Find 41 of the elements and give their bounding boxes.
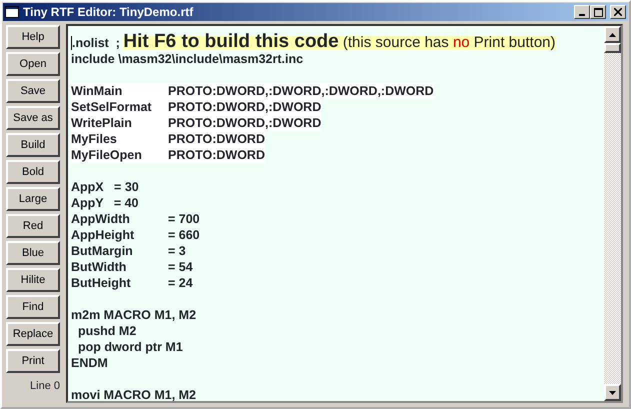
scrollbar[interactable]: [604, 26, 621, 401]
maximize-icon: [594, 8, 602, 16]
code-line: .nolist ; Hit F6 to build this code (this source has no Print button): [71, 34, 556, 51]
close-button[interactable]: [610, 5, 626, 19]
code-line: AppX = 30: [71, 179, 139, 195]
scroll-thumb[interactable]: [604, 43, 621, 53]
code-line: AppWidth = 700: [71, 211, 200, 227]
toolbar-button[interactable]: Save as: [6, 106, 60, 130]
code-line: AppHeight = 660: [71, 227, 200, 243]
toolbar-button[interactable]: Save: [6, 79, 60, 103]
toolbar-button[interactable]: Build: [6, 133, 60, 157]
toolbar-button[interactable]: Hilite: [6, 268, 60, 292]
down-arrow-icon: [609, 390, 616, 394]
toolbar-button[interactable]: Blue: [6, 241, 60, 265]
toolbar-button[interactable]: Open: [6, 52, 60, 76]
code-line: include \masm32\include\masm32rt.inc: [71, 51, 304, 67]
toolbar-button[interactable]: Red: [6, 214, 60, 238]
toolbar-button[interactable]: Print: [6, 349, 60, 373]
toolbar-button[interactable]: Find: [6, 295, 60, 319]
toolbar-button[interactable]: Replace: [6, 322, 60, 346]
scroll-up-button[interactable]: [604, 26, 621, 43]
code-line: ButMargin = 3: [71, 243, 186, 259]
code-line: m2m MACRO M1, M2: [71, 307, 196, 323]
line-indicator: Line 0: [30, 379, 61, 394]
up-arrow-icon: [609, 32, 616, 36]
window-title: Tiny RTF Editor: TinyDemo.rtf: [23, 4, 194, 21]
code-line: AppY = 40: [71, 195, 139, 211]
code-line: ENDM: [71, 355, 108, 371]
code-line: pushd M2: [76, 323, 136, 339]
minimize-button[interactable]: [574, 5, 590, 19]
maximize-button[interactable]: [590, 5, 606, 19]
code-line: movi MACRO M1, M2: [71, 387, 196, 401]
code-line: ButWidth = 54: [71, 259, 193, 275]
toolbar-button[interactable]: Large: [6, 187, 60, 211]
toolbar-button[interactable]: Bold: [6, 160, 60, 184]
code-line: pop dword ptr M1: [76, 339, 183, 355]
scroll-down-button[interactable]: [604, 384, 621, 401]
window-icon: [5, 6, 19, 18]
code-line: ButHeight = 24: [71, 275, 193, 291]
close-icon: [614, 8, 622, 16]
toolbar-button[interactable]: Help: [6, 25, 60, 49]
